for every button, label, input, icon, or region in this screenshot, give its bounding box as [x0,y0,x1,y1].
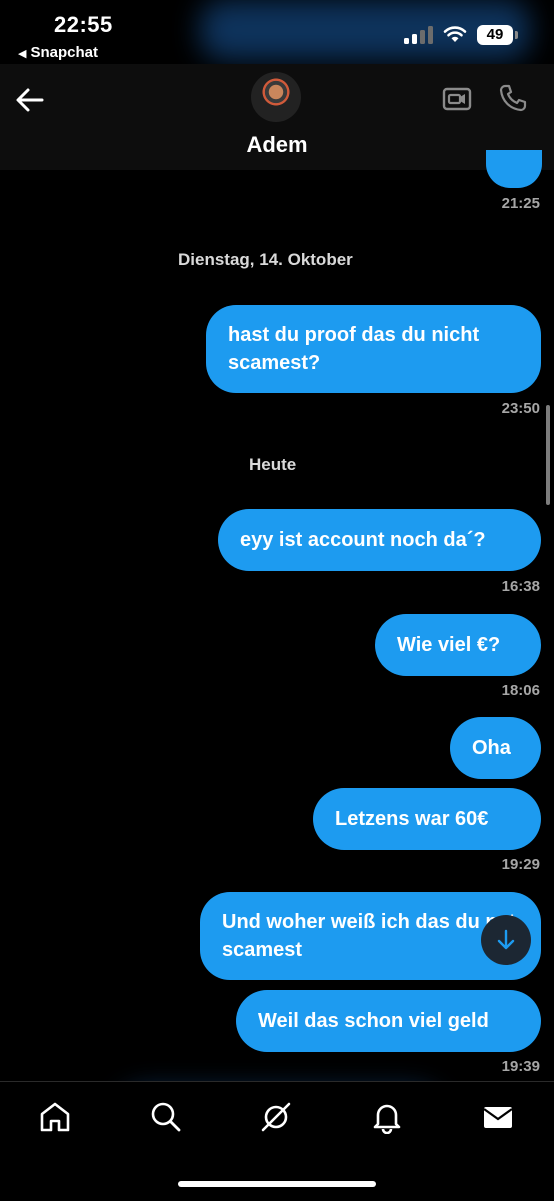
date-separator: Heute [249,455,297,474]
message-timestamp: 16:38 [501,578,540,595]
phone-icon[interactable] [498,83,528,113]
message-timestamp: 18:06 [501,682,540,699]
video-camera-icon[interactable] [442,86,472,112]
cellular-signal-icon [404,26,434,44]
message-bubble[interactable]: hast du proof das du nicht scamest? [206,305,541,393]
message-bubble[interactable]: Oha [450,717,541,779]
scroll-indicator[interactable] [546,405,550,505]
message-timestamp: 23:50 [501,400,540,417]
back-app-label: Snapchat [30,44,98,61]
message-bubble[interactable]: Weil das schon viel geld [236,990,541,1052]
search-icon[interactable] [149,1100,183,1134]
grok-icon[interactable] [259,1100,293,1134]
arrow-down-icon [497,929,515,950]
message-bubble[interactable]: Letzens war 60€ [313,788,541,850]
back-to-app-link[interactable]: ◀ Snapchat [18,44,98,61]
message-bubble[interactable]: eyy ist account noch da´? [218,509,541,571]
avatar[interactable] [251,72,301,122]
battery-indicator: 49 [477,25,518,45]
message-timestamp: 19:39 [501,1058,540,1075]
message-bubble[interactable] [486,150,542,188]
mail-icon[interactable] [481,1100,515,1134]
date-separator: Dienstag, 14. Oktober [178,250,353,269]
status-time: 22:55 [54,12,113,37]
arrow-left-icon[interactable] [14,86,46,114]
message-timestamp: 21:25 [501,195,540,212]
wifi-icon [443,26,467,42]
message-bubble[interactable]: Wie viel €? [375,614,541,676]
bell-icon[interactable] [370,1100,404,1134]
status-bar: 22:55 ◀ Snapchat 49 [0,0,554,64]
back-triangle-icon: ◀ [18,48,27,60]
home-indicator[interactable] [178,1181,376,1187]
message-timestamp: 19:29 [501,856,540,873]
contact-name[interactable]: Adem [0,132,554,158]
chat-header: Adem [0,64,554,170]
home-icon[interactable] [38,1100,72,1134]
jump-to-latest-button[interactable] [481,915,531,965]
